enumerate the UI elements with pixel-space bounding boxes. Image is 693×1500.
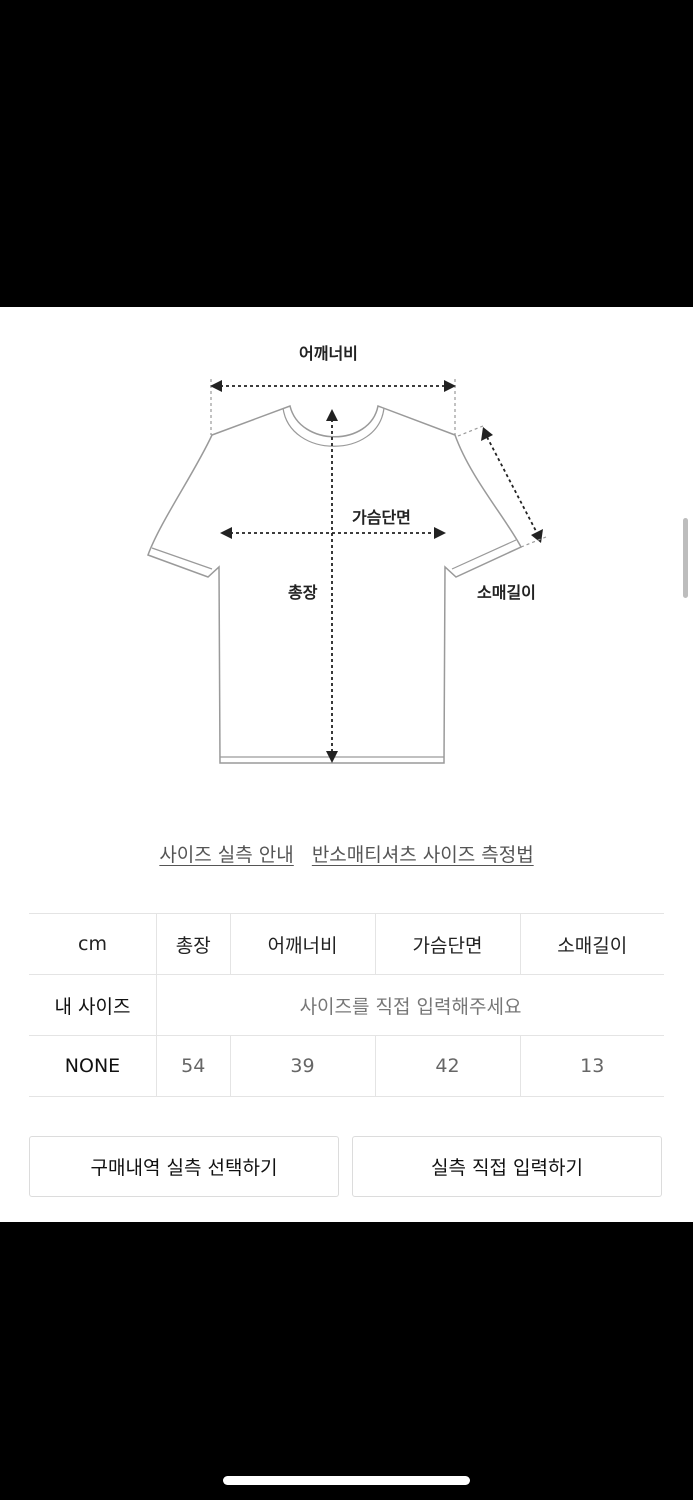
size-name: NONE [29,1035,157,1097]
header-unit: cm [29,913,157,975]
scrollbar[interactable] [683,518,688,598]
header-length: 총장 [156,913,231,975]
tshirt-illustration [147,379,547,764]
tshirt-outline [147,404,523,764]
my-size-row: 내 사이즈 사이즈를 직접 입력해주세요 [29,974,664,1036]
guide-links: 사이즈 실측 안내 반소매티셔츠 사이즈 측정법 [0,840,693,867]
measure-method-link[interactable]: 반소매티셔츠 사이즈 측정법 [312,844,534,866]
length-value: 54 [156,1035,231,1097]
size-guide-panel: 어깨너비 가슴단면 총장 소매길이 사이즈 실측 안내 반소매티셔츠 사이즈 측… [0,307,693,1222]
length-label: 총장 [288,583,318,602]
chest-value: 42 [374,1035,520,1097]
table-row: NONE 54 39 42 13 [29,1035,664,1097]
sleeve-label: 소매길이 [477,583,536,602]
my-size-input-prompt[interactable]: 사이즈를 직접 입력해주세요 [156,974,664,1036]
shoulder-label: 어깨너비 [299,344,358,363]
size-guide-link[interactable]: 사이즈 실측 안내 [159,844,293,866]
header-chest: 가슴단면 [374,913,520,975]
home-indicator[interactable] [223,1476,470,1485]
select-from-purchase-button[interactable]: 구매내역 실측 선택하기 [29,1136,339,1197]
header-shoulder: 어깨너비 [229,913,376,975]
direct-input-button[interactable]: 실측 직접 입력하기 [352,1136,662,1197]
chest-label: 가슴단면 [352,508,411,527]
header-sleeve: 소매길이 [519,913,664,975]
my-size-label: 내 사이즈 [29,974,157,1036]
sleeve-value: 13 [519,1035,664,1097]
size-table: cm 총장 어깨너비 가슴단면 소매길이 내 사이즈 사이즈를 직접 입력해주세… [29,913,664,1097]
shoulder-value: 39 [229,1035,376,1097]
tshirt-measurement-diagram: 어깨너비 가슴단면 총장 소매길이 [0,307,693,787]
table-header-row: cm 총장 어깨너비 가슴단면 소매길이 [29,913,664,975]
